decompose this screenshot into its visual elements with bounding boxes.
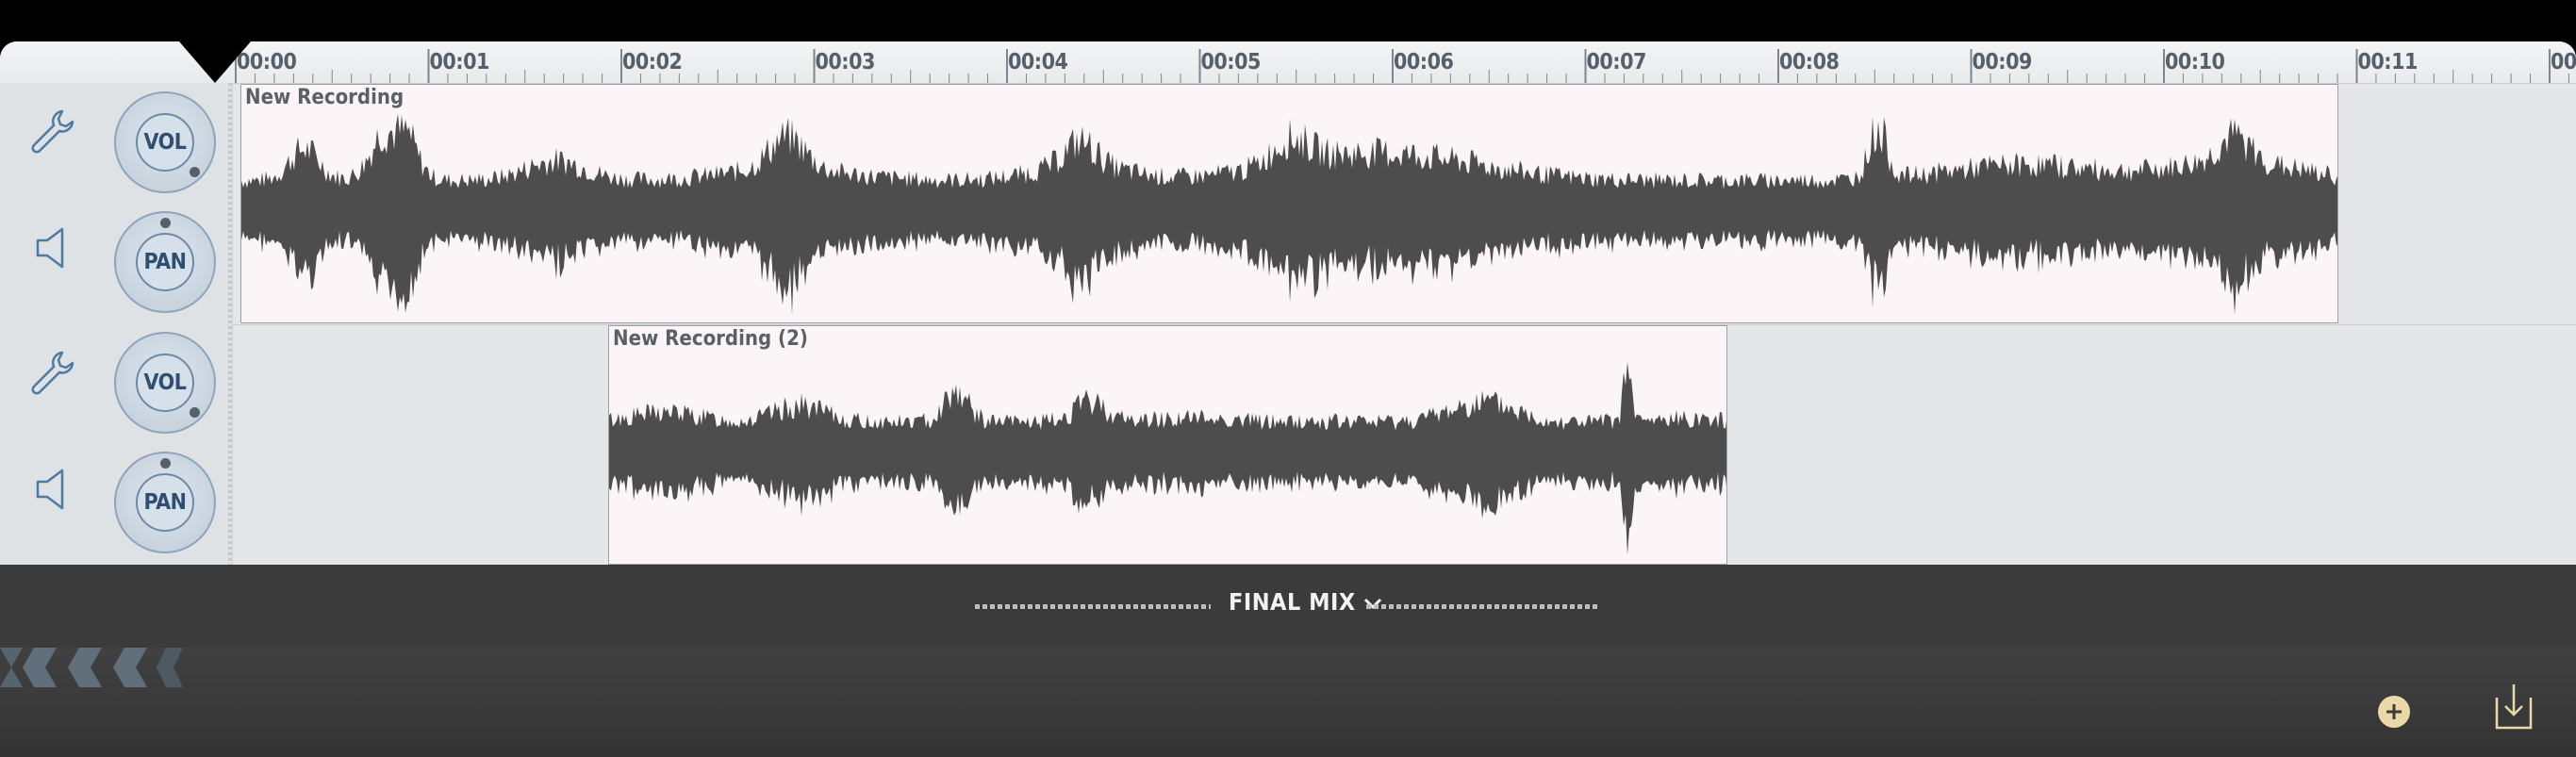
ruler-tick-label: 00:04 (1008, 50, 1068, 74)
ruler-tick-label: 00:11 (2357, 50, 2419, 74)
ruler-tick-label: 00:06 (1394, 50, 1454, 74)
pan-knob-label: PAN (136, 473, 194, 532)
export-icon[interactable] (2495, 683, 2533, 733)
audio-clip[interactable]: New Recording (2) (608, 325, 1727, 565)
audio-clip[interactable]: New Recording (240, 84, 2338, 323)
clip-title: New Recording (2) (613, 327, 808, 351)
final-mix-selector[interactable]: FINAL MIX (1229, 588, 1382, 616)
back-chevrons-icon[interactable] (0, 648, 189, 691)
ruler-tick-label: 00:08 (1779, 50, 1840, 74)
volume-knob-indicator (190, 167, 200, 177)
volume-knob[interactable]: VOL (114, 91, 216, 193)
app-window: 00:00 00:01 00:02 00:03 00:04 00:05 00:06 00:07… (0, 0, 2576, 757)
ruler-tick-label: 00:12 (2551, 50, 2576, 74)
add-icon[interactable] (2378, 696, 2410, 728)
tracks-panel: 00:00 00:01 00:02 00:03 00:04 00:05 00:06 00:07… (0, 41, 2576, 565)
waveform (609, 361, 1726, 555)
volume-knob-label: VOL (136, 113, 194, 172)
track-controls: VOL PAN VOL PAN (0, 83, 233, 565)
ruler-tick-label: 00:03 (815, 50, 876, 74)
volume-knob-label: VOL (136, 354, 194, 412)
bottom-toolbar (0, 648, 2576, 757)
final-mix-bar: FINAL MIX (0, 565, 2576, 648)
waveform-shape (241, 113, 2337, 315)
mix-dash-right (1366, 604, 1600, 609)
speaker-icon[interactable] (36, 226, 68, 273)
ruler-tick-label: 00:01 (429, 50, 490, 74)
ruler-tick-label: 00:10 (2165, 50, 2225, 74)
ruler-tick-label: 00:02 (622, 50, 683, 74)
volume-knob-indicator (190, 407, 200, 418)
playhead-marker[interactable] (179, 41, 251, 83)
final-mix-label: FINAL MIX (1229, 588, 1356, 616)
waveform (241, 113, 2337, 315)
volume-knob[interactable]: VOL (114, 332, 216, 434)
pan-knob[interactable]: PAN (114, 452, 216, 553)
pan-knob-indicator (160, 218, 171, 228)
pan-knob-indicator (160, 458, 171, 469)
ruler-tick-label: 00:05 (1200, 50, 1262, 74)
pan-knob-label: PAN (136, 233, 194, 291)
pan-knob[interactable]: PAN (114, 211, 216, 313)
clip-title: New Recording (245, 86, 405, 109)
chevron-down-icon (1363, 588, 1382, 616)
ruler-tick-label: 00:09 (1972, 50, 2033, 74)
speaker-icon[interactable] (36, 468, 68, 515)
waveform-shape (609, 361, 1726, 555)
top-bar (0, 0, 2576, 41)
timeline-ruler[interactable]: 00:00 00:01 00:02 00:03 00:04 00:05 00:06 00:07… (0, 41, 2576, 84)
wrench-icon[interactable] (28, 107, 75, 160)
mix-dash-left (975, 604, 1211, 609)
ruler-tick-label: 00:07 (1586, 50, 1647, 74)
wrench-icon[interactable] (28, 349, 75, 402)
